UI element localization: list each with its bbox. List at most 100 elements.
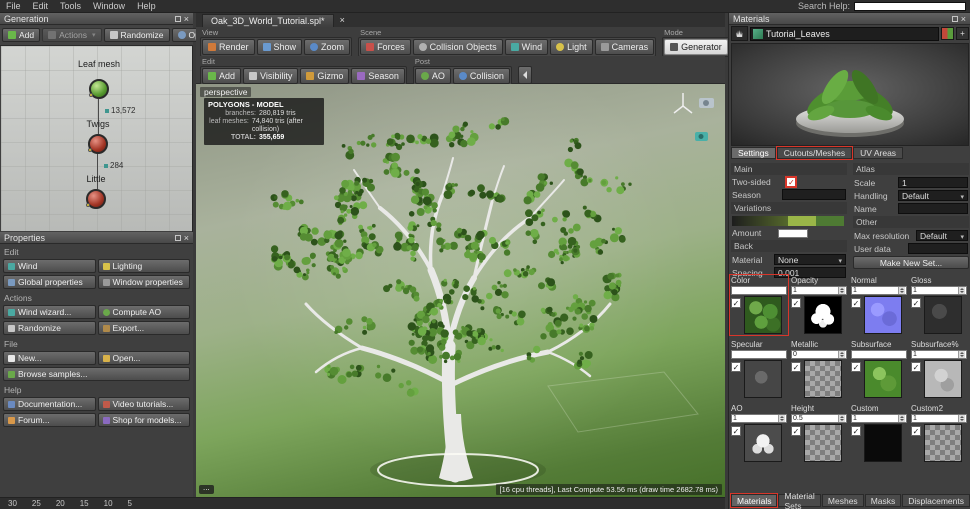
custom2-map-thumbnail[interactable]: [924, 424, 962, 462]
zoom-button[interactable]: Zoom: [304, 39, 351, 55]
window-properties-button[interactable]: Window properties: [97, 275, 190, 289]
map-enabled-checkbox[interactable]: [731, 362, 741, 372]
tab-materials[interactable]: Materials: [729, 493, 779, 508]
map-cell-specular[interactable]: Specular: [731, 340, 787, 398]
spinner[interactable]: [838, 415, 845, 422]
cameras-button[interactable]: Cameras: [594, 39, 655, 55]
menu-file[interactable]: File: [0, 1, 27, 11]
map-enabled-checkbox[interactable]: [911, 426, 921, 436]
two-sided-checkbox[interactable]: [786, 177, 797, 187]
variation-swatch-2[interactable]: [816, 216, 844, 226]
back-material-dropdown[interactable]: None: [774, 254, 846, 265]
new-button[interactable]: New...: [3, 351, 96, 365]
tab-displacements[interactable]: Displacements: [902, 494, 970, 507]
amount-field[interactable]: [777, 228, 808, 238]
compute-ao-button[interactable]: Compute AO: [97, 305, 190, 319]
map-value-field[interactable]: 1: [911, 414, 967, 423]
name-field[interactable]: [898, 203, 968, 214]
map-cell-subsurface[interactable]: Subsurface: [851, 340, 907, 398]
tab-material-sets[interactable]: Material Sets: [778, 491, 821, 509]
normal-map-thumbnail[interactable]: [864, 296, 902, 334]
map-cell-subsurface-percent[interactable]: Subsurface% 1: [911, 340, 967, 398]
light-button[interactable]: Light: [550, 39, 593, 55]
map-cell-normal[interactable]: Normal 1: [851, 276, 907, 334]
map-cell-opacity[interactable]: Opacity 1: [791, 276, 847, 334]
variation-swatch-1[interactable]: [788, 216, 816, 226]
collision-button[interactable]: Collision: [452, 68, 510, 84]
forces-button[interactable]: Forces: [360, 39, 411, 55]
handling-dropdown[interactable]: Default: [898, 190, 968, 201]
menu-edit[interactable]: Edit: [27, 1, 55, 11]
close-document-icon[interactable]: [340, 15, 345, 26]
documentation-button[interactable]: Documentation...: [3, 397, 96, 411]
node-twigs[interactable]: [88, 134, 108, 154]
tab-settings[interactable]: Settings: [731, 147, 776, 159]
timeline-ruler[interactable]: 30 25 20 15 10 5: [0, 499, 132, 508]
specular-map-thumbnail[interactable]: [744, 360, 782, 398]
color-swatch-field[interactable]: [731, 286, 787, 295]
browse-samples-button[interactable]: Browse samples...: [3, 367, 190, 381]
overflow-menu-button[interactable]: ...: [199, 484, 214, 494]
map-enabled-checkbox[interactable]: [851, 362, 861, 372]
subsurface-map-thumbnail[interactable]: [864, 360, 902, 398]
spinner[interactable]: [898, 287, 905, 294]
custom-map-thumbnail[interactable]: [864, 424, 902, 462]
map-value-field[interactable]: 1: [851, 414, 907, 423]
map-cell-ao[interactable]: AO 1: [731, 404, 787, 462]
map-cell-custom2[interactable]: Custom2 1: [911, 404, 967, 462]
material-name-field[interactable]: Tutorial_Leaves: [750, 26, 939, 41]
gizmo-button[interactable]: Gizmo: [300, 68, 350, 84]
forum-button[interactable]: Forum...: [3, 413, 96, 427]
map-enabled-checkbox[interactable]: [791, 426, 801, 436]
map-enabled-checkbox[interactable]: [791, 362, 801, 372]
wind-wizard-button[interactable]: Wind wizard...: [3, 305, 96, 319]
map-cell-height[interactable]: Height 0.5: [791, 404, 847, 462]
tab-meshes[interactable]: Meshes: [821, 494, 864, 507]
add-material-button[interactable]: +: [956, 27, 969, 40]
color-swatch-field[interactable]: [731, 350, 787, 359]
collapse-toolbar-button[interactable]: [517, 66, 532, 84]
shop-models-button[interactable]: Shop for models...: [97, 413, 190, 427]
visibility-button[interactable]: Visibility: [243, 68, 299, 84]
global-properties-button[interactable]: Global properties: [3, 275, 96, 289]
float-panel-icon[interactable]: [174, 234, 181, 241]
camera-mode-label[interactable]: perspective: [200, 87, 252, 97]
wind-button[interactable]: Wind: [504, 39, 549, 55]
randomize-button[interactable]: Randomize: [3, 321, 96, 335]
hand-tool-button[interactable]: [731, 26, 748, 41]
generator-mode-button[interactable]: Generator: [664, 39, 728, 55]
spinner[interactable]: [838, 287, 845, 294]
map-value-field[interactable]: 0.5: [791, 414, 847, 423]
metallic-map-thumbnail[interactable]: [804, 360, 842, 398]
camera-icon[interactable]: [699, 98, 714, 108]
close-panel-icon[interactable]: [184, 14, 189, 24]
spinner[interactable]: [958, 415, 965, 422]
close-panel-icon[interactable]: [184, 233, 189, 243]
viewport-3d[interactable]: perspective POLYGONS - MODEL branches: 2…: [196, 84, 725, 497]
opacity-map-thumbnail[interactable]: [804, 296, 842, 334]
render-button[interactable]: Render: [202, 39, 255, 55]
map-value-field[interactable]: 1: [911, 350, 967, 359]
front-back-colors-button[interactable]: [941, 27, 954, 40]
map-value-field[interactable]: 1: [851, 286, 907, 295]
map-cell-custom[interactable]: Custom 1: [851, 404, 907, 462]
actions-button[interactable]: Actions: [42, 28, 102, 42]
spinner[interactable]: [898, 415, 905, 422]
document-tab[interactable]: Oak_3D_World_Tutorial.spl*: [202, 13, 334, 27]
spinner[interactable]: [838, 351, 845, 358]
make-new-set-button[interactable]: Make New Set...: [853, 256, 969, 269]
color-map-thumbnail[interactable]: [744, 296, 782, 334]
node-leaf-mesh[interactable]: [89, 79, 109, 99]
scale-field[interactable]: 1: [898, 177, 968, 188]
add-button[interactable]: Add: [2, 28, 41, 42]
show-button[interactable]: Show: [256, 39, 303, 55]
map-enabled-checkbox[interactable]: [731, 298, 741, 308]
map-enabled-checkbox[interactable]: [851, 298, 861, 308]
spinner[interactable]: [778, 415, 785, 422]
tab-uv-areas[interactable]: UV Areas: [853, 147, 904, 159]
spinner[interactable]: [958, 351, 965, 358]
map-value-field[interactable]: 1: [791, 286, 847, 295]
float-panel-icon[interactable]: [951, 15, 958, 22]
tab-cutouts-meshes[interactable]: Cutouts/Meshes: [775, 146, 854, 160]
map-cell-metallic[interactable]: Metallic 0: [791, 340, 847, 398]
